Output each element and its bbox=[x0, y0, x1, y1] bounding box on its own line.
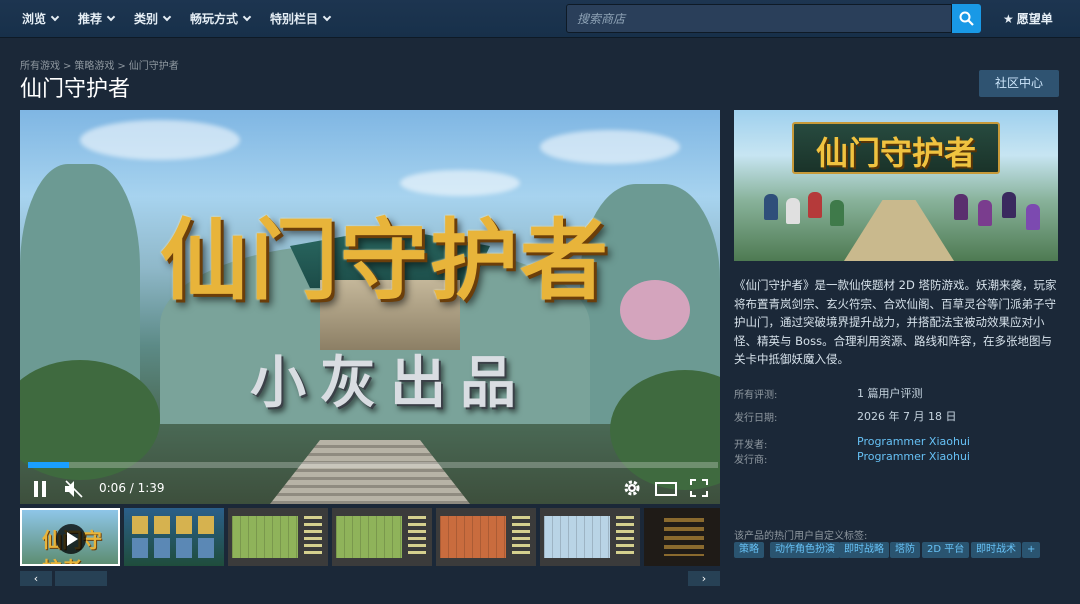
thumbnail-screenshot[interactable] bbox=[124, 508, 224, 566]
tag-action-rpg[interactable]: 动作角色扮演 bbox=[770, 542, 840, 558]
thumbnail-video[interactable]: 仙门守护者 bbox=[20, 508, 120, 566]
nav-browse[interactable]: 浏览 bbox=[22, 0, 60, 38]
video-controls: 0:06 / 1:39 bbox=[20, 472, 720, 504]
nav-recommended[interactable]: 推荐 bbox=[78, 0, 116, 38]
publisher-link[interactable]: Programmer Xiaohui bbox=[857, 450, 970, 463]
video-subtitle-art: 小灰出品 bbox=[250, 350, 530, 416]
release-date-value: 2026 年 7 月 18 日 bbox=[857, 410, 957, 423]
cloud bbox=[80, 120, 240, 160]
scroll-handle[interactable] bbox=[55, 571, 107, 586]
wishlist-link[interactable]: ★ 愿望单 bbox=[1003, 0, 1053, 38]
fullscreen-icon[interactable] bbox=[690, 479, 708, 497]
community-hub-button[interactable]: 社区中心 bbox=[979, 70, 1059, 97]
mute-icon[interactable] bbox=[64, 480, 84, 502]
reviews-value[interactable]: 1 篇用户评测 bbox=[857, 385, 923, 401]
chevron-left-icon[interactable]: ‹ bbox=[20, 571, 52, 586]
thumbnail-strip: 仙门守护者 bbox=[20, 508, 720, 568]
tag-2d-platformer[interactable]: 2D 平台 bbox=[922, 542, 970, 558]
chevron-down-icon bbox=[106, 12, 116, 22]
search-icon bbox=[959, 11, 974, 26]
capsule-title-art: 仙门守护者 bbox=[815, 134, 976, 172]
publisher-label: 发行商: bbox=[734, 455, 768, 466]
chevron-down-icon bbox=[50, 12, 60, 22]
video-progress-fill bbox=[28, 462, 70, 468]
video-title-art: 仙门守护者 bbox=[159, 208, 610, 312]
page-title: 仙门守护者 bbox=[20, 77, 131, 102]
header-capsule-image: 仙门守护者 bbox=[734, 110, 1058, 261]
chevron-right-icon[interactable]: › bbox=[688, 571, 720, 586]
breadcrumb-current[interactable]: 仙门守护者 bbox=[129, 61, 179, 72]
tag-strategy[interactable]: 策略 bbox=[734, 542, 764, 558]
tag-tower-defense[interactable]: 塔防 bbox=[890, 542, 920, 558]
tags-label: 该产品的热门用户自定义标签: bbox=[734, 531, 868, 542]
video-time: 0:06 / 1:39 bbox=[99, 481, 165, 495]
reviews-label: 所有评测: bbox=[734, 390, 778, 401]
thumbnail-screenshot[interactable] bbox=[540, 508, 640, 566]
developer-label: 开发者: bbox=[734, 440, 768, 451]
thumbnail-scrollbar: ‹ › bbox=[20, 571, 720, 586]
release-date-label: 发行日期: bbox=[734, 413, 778, 424]
video-player[interactable]: 仙门守护者 小灰出品 bbox=[20, 110, 720, 504]
gear-icon[interactable] bbox=[622, 478, 642, 502]
nav-ways-to-play[interactable]: 畅玩方式 bbox=[190, 0, 252, 38]
tag-rts[interactable]: 即时战略 bbox=[839, 542, 889, 558]
search-button[interactable] bbox=[952, 4, 981, 33]
tag-more-button[interactable]: + bbox=[1022, 542, 1041, 558]
video-progress-bar[interactable] bbox=[28, 462, 718, 468]
pause-icon[interactable] bbox=[32, 481, 48, 497]
chevron-down-icon bbox=[162, 12, 172, 22]
star-icon: ★ bbox=[1003, 12, 1014, 26]
search-input[interactable] bbox=[566, 4, 952, 33]
nav-special-sections[interactable]: 特别栏目 bbox=[270, 0, 332, 38]
tag-real-time-tactics[interactable]: 即时战术 bbox=[971, 542, 1021, 558]
top-nav: 浏览 推荐 类别 畅玩方式 特别栏目 ★愿望单 bbox=[0, 0, 1080, 38]
breadcrumb: 所有游戏 > 策略游戏 > 仙门守护者 bbox=[20, 61, 179, 72]
chevron-down-icon bbox=[242, 12, 252, 22]
developer-link[interactable]: Programmer Xiaohui bbox=[857, 435, 970, 448]
chevron-down-icon bbox=[322, 12, 332, 22]
play-icon bbox=[56, 524, 86, 554]
thumbnail-screenshot[interactable] bbox=[332, 508, 432, 566]
game-description: 《仙门守护者》是一款仙侠题材 2D 塔防游戏。妖潮来袭，玩家将布置青岚剑宗、玄火… bbox=[734, 278, 1057, 366]
thumbnail-screenshot[interactable] bbox=[436, 508, 536, 566]
cloud bbox=[540, 130, 680, 164]
nav-categories[interactable]: 类别 bbox=[134, 0, 172, 38]
thumbnail-screenshot[interactable] bbox=[228, 508, 328, 566]
window-icon[interactable] bbox=[655, 482, 677, 496]
thumbnail-screenshot[interactable] bbox=[644, 508, 720, 566]
